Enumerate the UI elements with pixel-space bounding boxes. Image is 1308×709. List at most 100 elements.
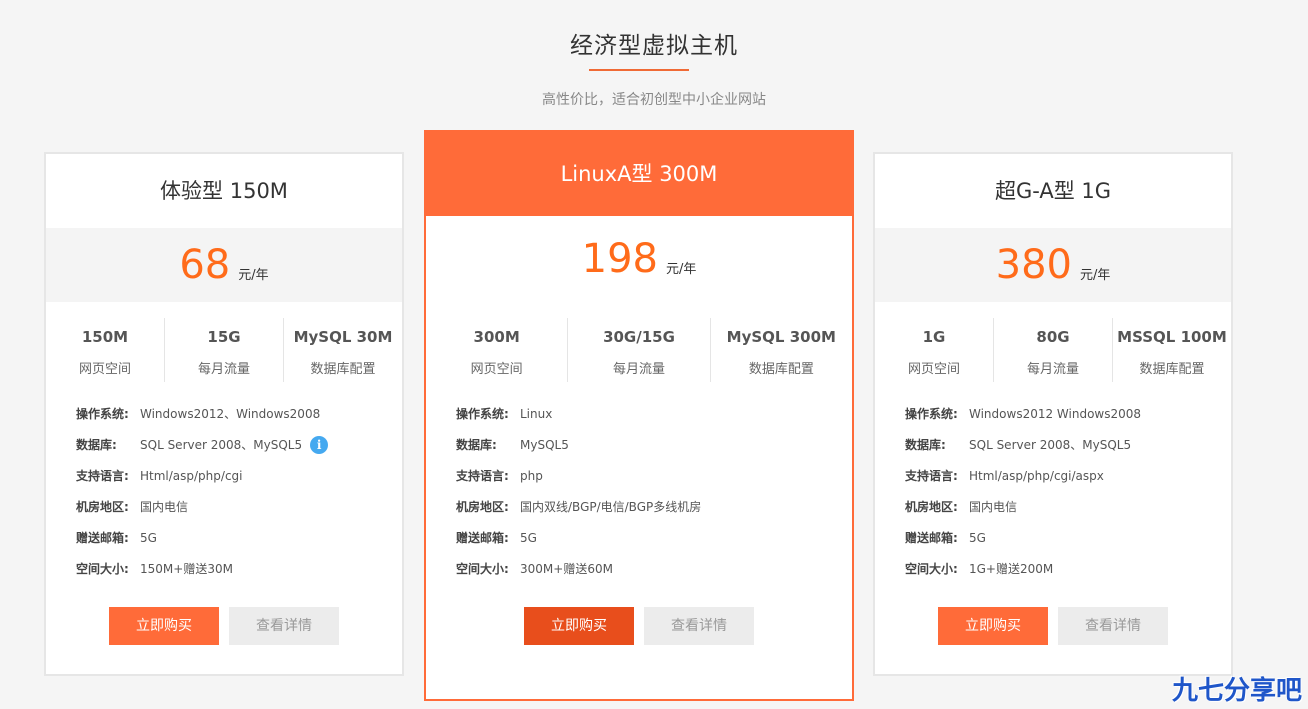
- detail-list: 操作系统: Windows2012、Windows2008 数据库: SQL Ser…: [46, 398, 402, 584]
- detail-value: 国内电信: [969, 500, 1018, 514]
- price-band: 198 元/年: [426, 216, 852, 302]
- detail-list: 操作系统: Linux 数据库: MySQL5 支持语言: php 机房地区: 国内双线…: [426, 398, 852, 584]
- spec-summary: 150M 网页空间 15G 每月流量 MySQL 30M 数据库配置: [46, 318, 402, 382]
- detail-value: Windows2012 Windows2008: [969, 406, 1142, 421]
- detail-row: 支持语言: Html/asp/php/cgi/aspx: [905, 460, 1231, 491]
- detail-label: 空间大小:: [456, 562, 509, 576]
- plan-card-linux-a: LinuxA型 300M 198 元/年 300M 网页空间 30G/15G 每…: [424, 130, 854, 701]
- spec-label: 每月流量: [612, 362, 665, 377]
- detail-label: 支持语言:: [905, 469, 958, 483]
- detail-row: 操作系统: Linux: [456, 398, 852, 429]
- price-unit: 元/年: [665, 261, 697, 277]
- price-value: 380: [995, 242, 1072, 288]
- spec-label: 网页空间: [907, 362, 960, 377]
- spec-value: MSSQL 100M: [1117, 328, 1227, 346]
- detail-row: 赠送邮箱: 5G: [905, 522, 1231, 553]
- detail-row: 赠送邮箱: 5G: [76, 522, 402, 553]
- detail-value: 150M+赠送30M: [140, 562, 233, 576]
- detail-list: 操作系统: Windows2012 Windows2008 数据库: SQL Ser…: [875, 398, 1231, 584]
- info-icon[interactable]: i: [310, 435, 329, 454]
- detail-label: 空间大小:: [76, 562, 129, 576]
- price-band: 68 元/年: [46, 228, 402, 302]
- detail-row: 数据库: MySQL5: [456, 429, 852, 460]
- plan-card-super-g: 超G-A型 1G 380 元/年 1G 网页空间 80G 每月流量 MSSQL …: [873, 152, 1233, 676]
- detail-value: php: [520, 468, 543, 483]
- detail-row: 支持语言: Html/asp/php/cgi: [76, 460, 402, 491]
- detail-row: 机房地区: 国内电信: [76, 491, 402, 522]
- detail-value: 5G: [140, 530, 157, 545]
- detail-value: Windows2012、Windows2008: [140, 407, 321, 421]
- detail-label: 机房地区:: [905, 500, 958, 514]
- watermark-logo: 九七分享吧: [1171, 676, 1302, 706]
- button-group: 立即购买 查看详情: [46, 607, 402, 645]
- detail-row: 空间大小: 300M+赠送60M: [456, 553, 852, 584]
- spec-item: 150M 网页空间: [46, 318, 165, 382]
- detail-label: 支持语言:: [456, 469, 509, 483]
- price-value: 198: [581, 236, 658, 282]
- detail-label: 操作系统:: [456, 407, 509, 421]
- spec-item: 15G 每月流量: [165, 318, 284, 382]
- spec-item: 300M 网页空间: [426, 318, 569, 382]
- spec-item: 30G/15G 每月流量: [568, 318, 711, 382]
- buy-now-button[interactable]: 立即购买: [938, 607, 1048, 645]
- detail-value: 5G: [520, 530, 537, 545]
- detail-label: 数据库:: [456, 438, 497, 452]
- button-group: 立即购买 查看详情: [426, 607, 852, 645]
- plan-card-trial: 体验型 150M 68 元/年 150M 网页空间 15G 每月流量 MySQL…: [44, 152, 404, 676]
- spec-label: 每月流量: [197, 362, 250, 377]
- spec-item: 1G 网页空间: [875, 318, 994, 382]
- spec-value: 1G: [922, 328, 946, 346]
- detail-label: 赠送邮箱:: [905, 531, 958, 545]
- spec-item: 80G 每月流量: [994, 318, 1113, 382]
- detail-label: 空间大小:: [905, 562, 958, 576]
- spec-item: MySQL 300M 数据库配置: [711, 318, 852, 382]
- detail-value: 国内电信: [140, 500, 189, 514]
- buy-now-button[interactable]: 立即购买: [109, 607, 219, 645]
- detail-label: 操作系统:: [76, 407, 129, 421]
- plan-name: 超G-A型 1G: [994, 179, 1112, 203]
- buy-now-button[interactable]: 立即购买: [524, 607, 634, 645]
- detail-value: 300M+赠送60M: [520, 562, 613, 576]
- spec-label: 每月流量: [1026, 362, 1079, 377]
- view-details-button[interactable]: 查看详情: [1058, 607, 1168, 645]
- spec-value: 150M: [81, 328, 129, 346]
- price-unit: 元/年: [1079, 267, 1111, 283]
- spec-value: 30G/15G: [603, 328, 675, 346]
- detail-row: 操作系统: Windows2012 Windows2008: [905, 398, 1231, 429]
- detail-row: 空间大小: 150M+赠送30M: [76, 553, 402, 584]
- detail-value: MySQL5: [520, 437, 569, 452]
- spec-label: 数据库配置: [1139, 362, 1205, 377]
- spec-item: MSSQL 100M 数据库配置: [1113, 318, 1231, 382]
- detail-row: 操作系统: Windows2012、Windows2008: [76, 398, 402, 429]
- view-details-button[interactable]: 查看详情: [229, 607, 339, 645]
- detail-value: 国内双线/BGP/电信/BGP多线机房: [520, 500, 702, 514]
- view-details-button[interactable]: 查看详情: [644, 607, 754, 645]
- detail-row: 空间大小: 1G+赠送200M: [905, 553, 1231, 584]
- spec-value: 80G: [1036, 328, 1070, 346]
- detail-label: 数据库:: [76, 438, 117, 452]
- detail-label: 支持语言:: [76, 469, 129, 483]
- price-unit: 元/年: [238, 267, 269, 283]
- detail-value: SQL Server 2008、MySQL5: [140, 438, 303, 452]
- detail-label: 机房地区:: [456, 500, 509, 514]
- detail-row: 机房地区: 国内双线/BGP/电信/BGP多线机房: [456, 491, 852, 522]
- detail-value: SQL Server 2008、MySQL5: [969, 438, 1132, 452]
- detail-row: 赠送邮箱: 5G: [456, 522, 852, 553]
- section-title: 经济型虚拟主机: [570, 33, 738, 59]
- detail-row: 数据库: SQL Server 2008、MySQL5: [905, 429, 1231, 460]
- detail-row: 支持语言: php: [456, 460, 852, 491]
- spec-item: MySQL 30M 数据库配置: [284, 318, 402, 382]
- section-subtitle: 高性价比，适合初创型中小企业网站: [542, 92, 766, 108]
- plan-name: 体验型 150M: [160, 179, 288, 203]
- spec-summary: 1G 网页空间 80G 每月流量 MSSQL 100M 数据库配置: [875, 318, 1231, 382]
- detail-label: 数据库:: [905, 438, 946, 452]
- detail-label: 操作系统:: [905, 407, 958, 421]
- title-underline: [589, 69, 689, 71]
- detail-value: Html/asp/php/cgi/aspx: [969, 468, 1104, 483]
- plan-name: LinuxA型 300M: [426, 132, 852, 216]
- detail-value: 5G: [969, 530, 986, 545]
- spec-value: MySQL 30M: [293, 328, 393, 346]
- spec-label: 网页空间: [470, 362, 523, 377]
- spec-value: MySQL 300M: [726, 328, 836, 346]
- detail-label: 赠送邮箱:: [456, 531, 509, 545]
